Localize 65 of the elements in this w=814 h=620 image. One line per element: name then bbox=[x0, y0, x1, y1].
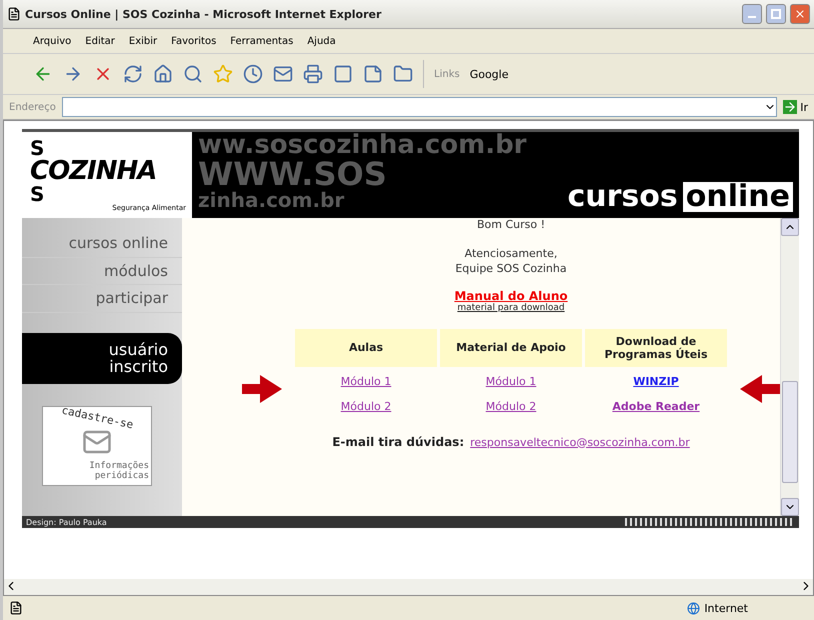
refresh-icon bbox=[123, 64, 143, 84]
folder-button[interactable] bbox=[393, 64, 413, 84]
folder-icon bbox=[393, 64, 413, 84]
close-button[interactable] bbox=[790, 4, 810, 24]
email-link[interactable]: responsaveltecnico@soscozinha.com.br bbox=[470, 436, 690, 449]
globe-icon bbox=[687, 602, 700, 614]
link-button[interactable]: Google bbox=[470, 68, 508, 80]
refresh-button[interactable] bbox=[123, 64, 143, 84]
window-title: Cursos Online | SOS Cozinha - Microsoft Internet Explorer bbox=[25, 8, 382, 20]
address-label: Endereço bbox=[9, 102, 56, 112]
go-icon bbox=[783, 100, 798, 114]
home-icon bbox=[153, 64, 173, 84]
note-button[interactable] bbox=[363, 64, 383, 84]
table-link[interactable]: Módulo 1 bbox=[486, 374, 536, 388]
maximize-button[interactable] bbox=[766, 4, 786, 24]
menu-item[interactable]: Arquivo bbox=[33, 36, 72, 46]
menu-item[interactable]: Ferramentas bbox=[230, 36, 294, 46]
menu-item[interactable]: Favoritos bbox=[171, 36, 216, 46]
go-button[interactable]: Ir bbox=[783, 100, 808, 114]
brand-text: online bbox=[682, 182, 793, 212]
page-icon bbox=[9, 601, 23, 615]
closing-text: Atenciosamente, Equipe SOS Cozinha bbox=[455, 246, 567, 277]
table-link[interactable]: Módulo 2 bbox=[486, 400, 536, 413]
favorites-icon bbox=[213, 64, 233, 84]
brand-text: cursos bbox=[566, 182, 679, 212]
download-link[interactable]: material para download bbox=[457, 302, 565, 313]
close-icon bbox=[794, 8, 806, 20]
credit-text: Design: Paulo Pauka bbox=[26, 518, 107, 526]
scrollbar[interactable] bbox=[780, 218, 799, 516]
banner-text: WWW.SOS bbox=[198, 158, 388, 190]
table-link[interactable]: Adobe Reader bbox=[612, 400, 700, 413]
column-header: Material de Apoio bbox=[440, 328, 582, 367]
arrow-icon bbox=[740, 374, 780, 403]
menu-item[interactable]: Editar bbox=[85, 36, 115, 46]
arrow-icon bbox=[242, 374, 282, 403]
zone-label: Internet bbox=[687, 602, 808, 614]
horizontal-scrollbar[interactable] bbox=[4, 579, 813, 595]
print-icon bbox=[303, 64, 323, 84]
history-button[interactable] bbox=[243, 64, 263, 84]
menu-item[interactable]: Ajuda bbox=[307, 36, 336, 46]
search-button[interactable] bbox=[183, 64, 203, 84]
minimize-button[interactable] bbox=[742, 4, 762, 24]
banner-text: ww.soscozinha.com.br bbox=[198, 132, 528, 158]
address-field[interactable] bbox=[62, 97, 778, 117]
nav-link[interactable]: usuário inscrito bbox=[22, 332, 182, 384]
home-button[interactable] bbox=[153, 64, 173, 84]
table-link[interactable]: WINZIP bbox=[633, 374, 679, 388]
column-header: Aulas bbox=[295, 328, 437, 367]
table-link[interactable]: Módulo 1 bbox=[340, 374, 392, 388]
greeting-text: Bom Curso ! bbox=[476, 218, 546, 233]
search-icon bbox=[183, 64, 203, 84]
page-icon bbox=[7, 7, 21, 21]
banner-text: zinha.com.br bbox=[198, 190, 346, 210]
mail-icon bbox=[273, 64, 293, 84]
mail-button[interactable] bbox=[273, 64, 293, 84]
print-button[interactable] bbox=[303, 64, 323, 84]
note-icon bbox=[363, 64, 383, 84]
manual-link[interactable]: Manual do Aluno bbox=[454, 288, 568, 303]
menu-item[interactable]: Exibir bbox=[128, 36, 158, 46]
maximize-icon bbox=[771, 9, 781, 19]
column-header: Download de Programas Úteis bbox=[585, 328, 727, 367]
history-icon bbox=[243, 64, 263, 84]
links-label: Links bbox=[434, 68, 460, 80]
email-label: E-mail tira dúvidas: bbox=[332, 434, 464, 449]
table-link[interactable]: Módulo 2 bbox=[340, 400, 392, 413]
